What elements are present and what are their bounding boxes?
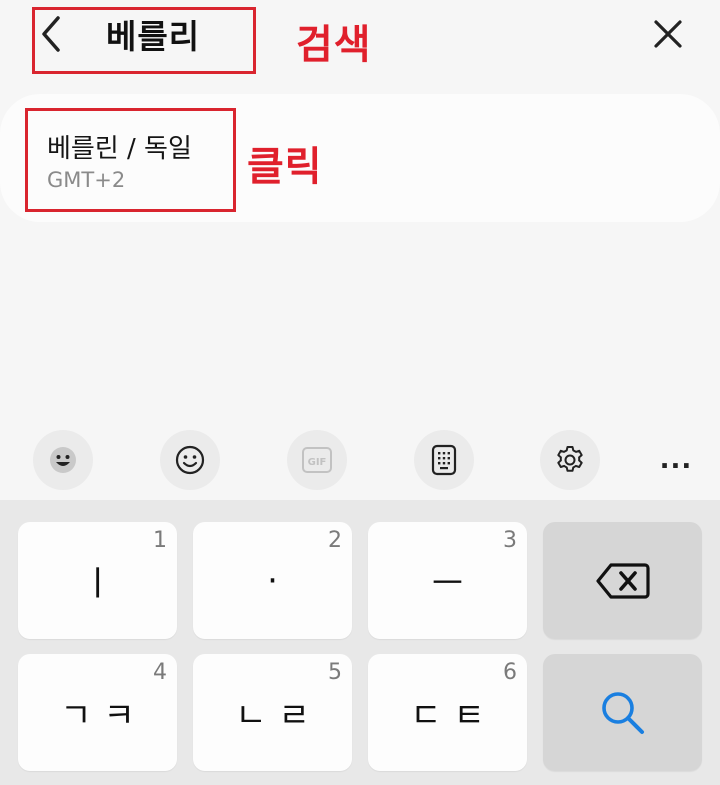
key-glyph: · <box>267 560 290 601</box>
close-icon <box>654 20 682 48</box>
more-icon[interactable]: ... <box>656 445 696 475</box>
key-2[interactable]: 2 · <box>193 522 352 639</box>
keypad-button[interactable] <box>414 430 474 490</box>
search-key[interactable] <box>543 654 702 771</box>
keyboard-toolbar: GIF ... <box>0 428 720 492</box>
gif-button[interactable]: GIF <box>287 430 347 490</box>
gif-label: GIF <box>308 457 327 468</box>
annotation-click-label: 클릭 <box>247 144 323 190</box>
key-4[interactable]: 4 ㄱㅋ <box>18 654 177 771</box>
annotation-search-label: 검색 <box>296 22 372 68</box>
backspace-key[interactable] <box>543 522 702 639</box>
settings-icon <box>557 446 583 472</box>
key-glyph: ㅣ <box>81 564 126 604</box>
settings-button[interactable] <box>540 430 600 490</box>
emoji-icon <box>175 445 205 475</box>
key-glyph: ㄷㅌ <box>410 696 497 736</box>
key-1[interactable]: 1 ㅣ <box>18 522 177 639</box>
result-highlight-box <box>25 108 236 212</box>
key-glyph: ㅡ <box>431 564 476 604</box>
key-3[interactable]: 3 ㅡ <box>368 522 527 639</box>
key-5[interactable]: 5 ㄴㄹ <box>193 654 352 771</box>
close-button[interactable] <box>650 16 686 52</box>
key-glyph: ㄱㅋ <box>60 696 147 736</box>
emoji-button[interactable] <box>160 430 220 490</box>
key-6[interactable]: 6 ㄷㅌ <box>368 654 527 771</box>
keypad-icon <box>431 444 457 476</box>
keyboard: 1 ㅣ 2 · 3 ㅡ 4 ㄱㅋ 5 ㄴㄹ 6 ㄷㅌ <box>0 500 720 785</box>
emoji-mode-icon <box>50 447 76 473</box>
key-glyph: ㄴㄹ <box>235 696 322 736</box>
backspace-icon <box>595 562 650 599</box>
gif-icon: GIF <box>302 447 332 473</box>
search-highlight-box <box>32 7 256 74</box>
emoji-mode-button[interactable] <box>33 430 93 490</box>
search-icon <box>601 691 644 734</box>
